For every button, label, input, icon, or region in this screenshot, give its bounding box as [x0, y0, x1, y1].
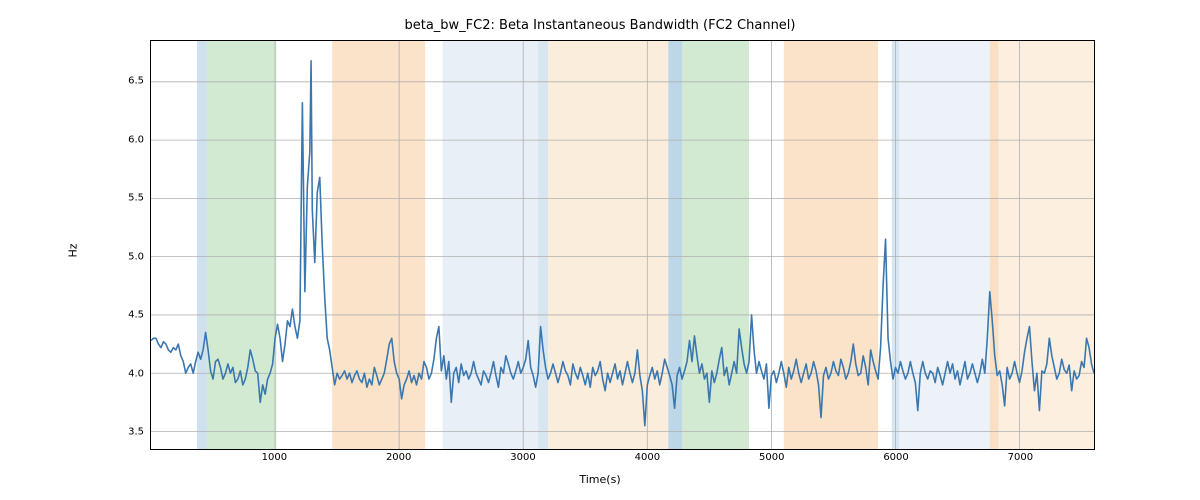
y-tick-label: 4.0	[128, 368, 144, 379]
y-tick-label: 4.5	[128, 310, 144, 321]
y-tick-label: 3.5	[128, 427, 144, 438]
region-band	[990, 41, 999, 449]
region-band	[899, 41, 990, 449]
x-axis-label: Time(s)	[0, 473, 1200, 486]
x-tick-labels: 1000 2000 3000 4000 5000 6000 7000	[150, 452, 1095, 466]
region-band	[548, 41, 668, 449]
y-tick-label: 6.5	[128, 76, 144, 87]
region-band	[668, 41, 682, 449]
x-tick-label: 1000	[262, 452, 287, 463]
x-tick-label: 4000	[635, 452, 660, 463]
y-tick-labels: 3.5 4.0 4.5 5.0 5.5 6.0 6.5	[0, 40, 144, 450]
region-band	[197, 41, 207, 449]
x-tick-label: 3000	[510, 452, 535, 463]
region-band	[332, 41, 425, 449]
x-tick-label: 5000	[759, 452, 784, 463]
y-tick-label: 6.0	[128, 134, 144, 145]
y-tick-label: 5.5	[128, 193, 144, 204]
region-band	[538, 41, 548, 449]
region-band	[443, 41, 539, 449]
y-tick-label: 5.0	[128, 251, 144, 262]
region-band	[998, 41, 1094, 449]
chart-title: beta_bw_FC2: Beta Instantaneous Bandwidt…	[0, 18, 1200, 33]
x-tick-label: 7000	[1008, 452, 1033, 463]
x-tick-label: 6000	[883, 452, 908, 463]
plot-svg	[151, 41, 1094, 449]
x-tick-label: 2000	[386, 452, 411, 463]
plot-area	[150, 40, 1095, 450]
region-band	[682, 41, 749, 449]
region-band	[784, 41, 878, 449]
chart-figure: beta_bw_FC2: Beta Instantaneous Bandwidt…	[0, 0, 1200, 500]
